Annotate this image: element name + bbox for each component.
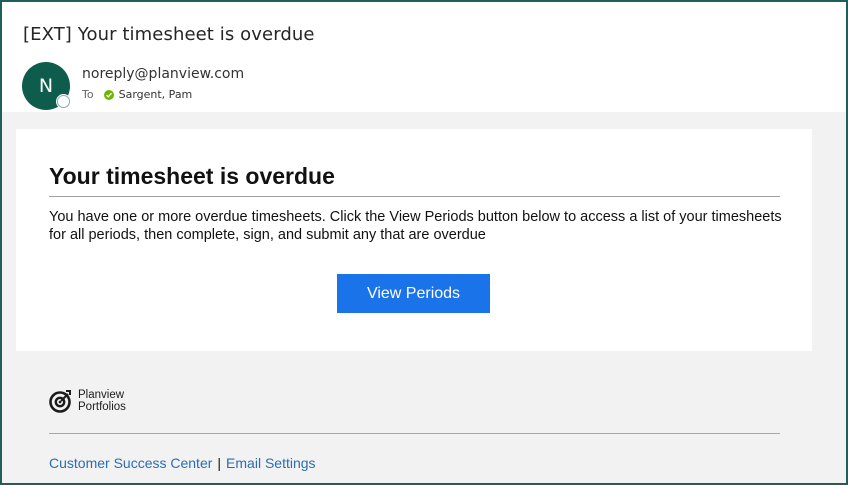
email-subject: [EXT] Your timesheet is overdue [23, 24, 315, 45]
avatar-initial: N [38, 75, 54, 97]
email-reading-pane: [EXT] Your timesheet is overdue N norepl… [0, 0, 848, 485]
heading-divider [49, 196, 780, 197]
email-body: Your timesheet is overdue You have one o… [2, 112, 846, 483]
notification-card: Your timesheet is overdue You have one o… [16, 129, 812, 351]
to-label: To [82, 88, 94, 101]
recipients-line: To Sargent, Pam [82, 88, 192, 101]
planview-logo: Planview Portfolios [49, 388, 126, 414]
email-settings-link[interactable]: Email Settings [226, 455, 315, 471]
logo-line-1: Planview [78, 389, 125, 401]
sender-address[interactable]: noreply@planview.com [82, 66, 244, 82]
footer-divider [49, 433, 780, 434]
available-check-icon [103, 89, 114, 100]
view-periods-button[interactable]: View Periods [337, 274, 490, 313]
presence-status-icon [57, 95, 70, 108]
customer-success-center-link[interactable]: Customer Success Center [49, 455, 212, 471]
logo-line-2: Portfolios [78, 401, 126, 413]
footer-links: Customer Success Center | Email Settings [49, 455, 316, 471]
recipient-name[interactable]: Sargent, Pam [119, 88, 193, 101]
planview-target-icon [49, 390, 71, 413]
card-heading: Your timesheet is overdue [49, 163, 335, 189]
link-separator: | [217, 455, 222, 471]
card-message: You have one or more overdue timesheets.… [49, 209, 782, 243]
